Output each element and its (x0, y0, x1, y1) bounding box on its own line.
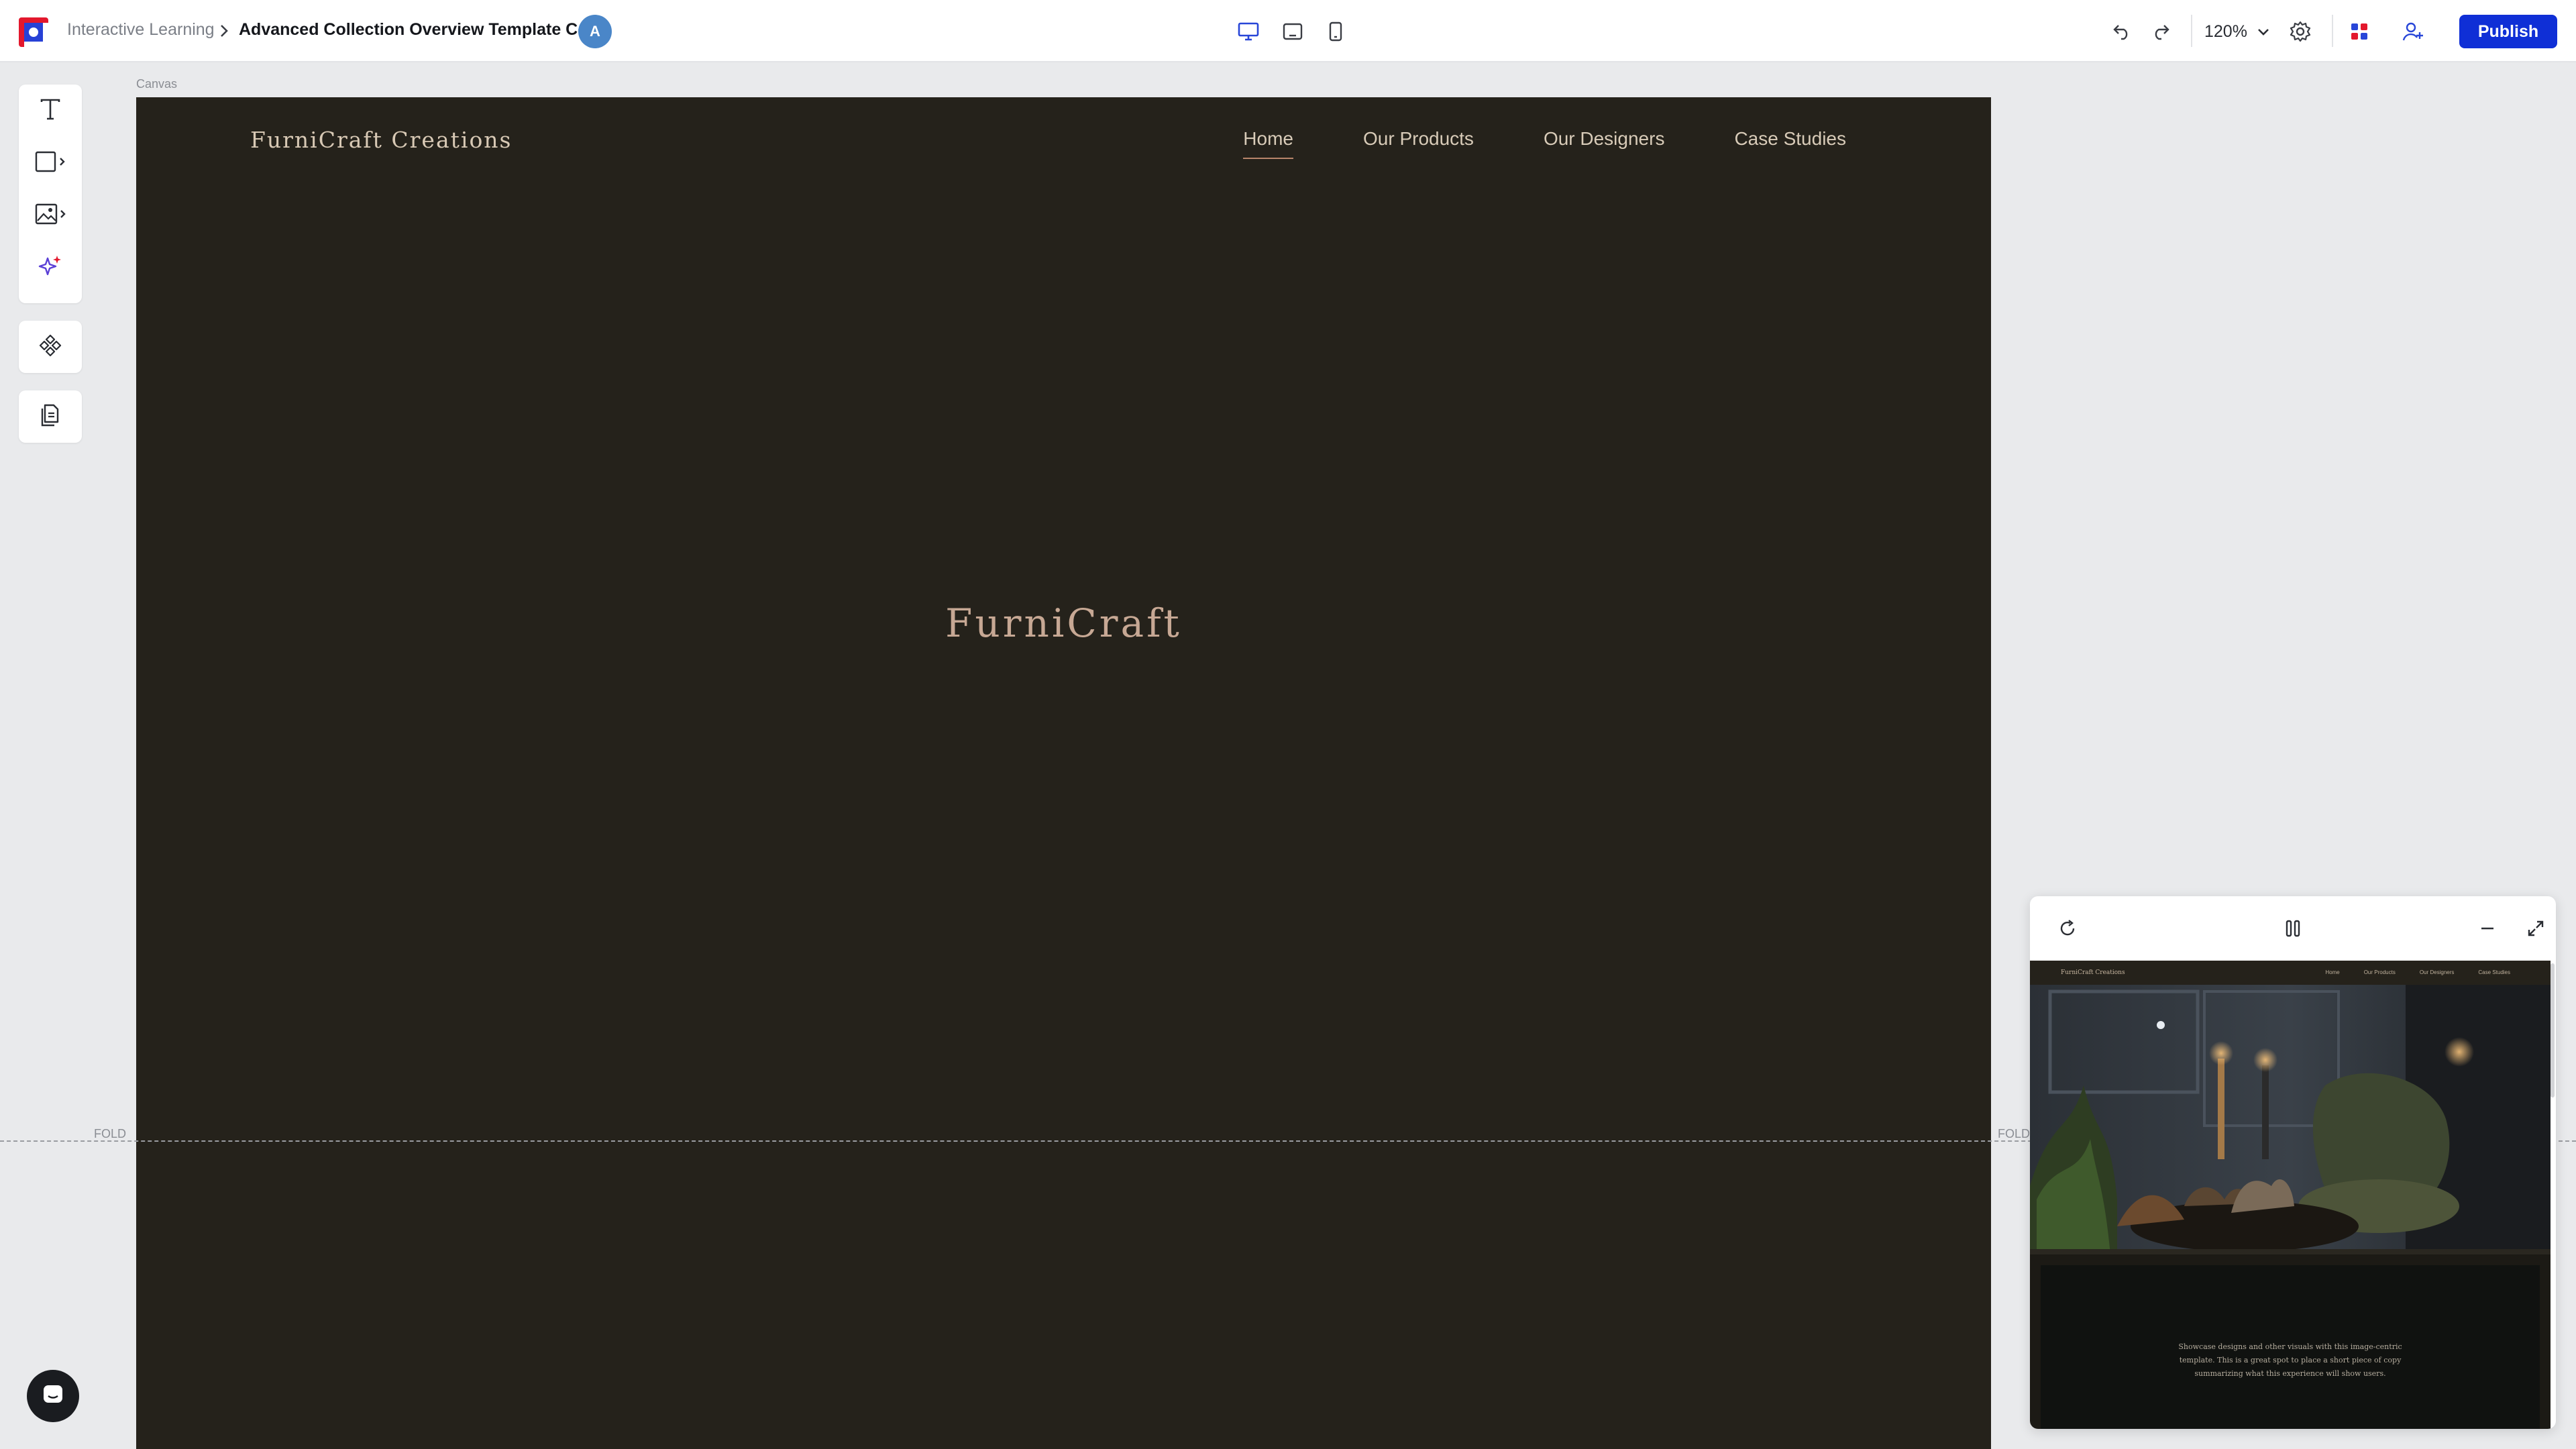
zoom-selector[interactable]: 120% (2204, 16, 2270, 47)
ai-assistant-button[interactable] (19, 241, 82, 294)
chevron-down-icon (2257, 22, 2270, 42)
preview-brand: FurniCraft Creations (2061, 969, 2125, 976)
preview-nav-case-studies: Case Studies (2478, 969, 2510, 975)
preview-nav-designers: Our Designers (2419, 969, 2455, 975)
fold-label-left: FOLD (94, 1127, 127, 1140)
app-logo-icon[interactable] (19, 17, 48, 47)
pages-icon (39, 403, 62, 431)
publish-button[interactable]: Publish (2459, 15, 2557, 48)
mobile-icon[interactable] (1320, 16, 1351, 47)
shape-tool-icon (34, 150, 67, 176)
image-tool-icon (34, 203, 67, 229)
canvas-label: Canvas (136, 77, 178, 91)
nav-link-products[interactable]: Our Products (1363, 128, 1474, 159)
text-tool-icon (39, 98, 62, 124)
refresh-icon[interactable] (2051, 912, 2084, 945)
site-nav: Home Our Products Our Designers Case Stu… (1243, 128, 1846, 159)
shape-tool-button[interactable] (19, 137, 82, 189)
image-tool-button[interactable] (19, 189, 82, 241)
redo-icon[interactable] (2145, 16, 2176, 47)
apps-icon[interactable] (2344, 16, 2375, 47)
insert-tools-panel (19, 85, 82, 303)
pause-icon[interactable] (2277, 912, 2309, 945)
pages-button[interactable] (19, 390, 82, 443)
pages-panel (19, 390, 82, 443)
text-tool-button[interactable] (19, 85, 82, 137)
gear-icon[interactable] (2285, 16, 2316, 47)
preview-window: FurniCraft Creations Home Our Products O… (2030, 896, 2556, 1429)
breadcrumb-current[interactable]: Advanced Collection Overview Template Co… (239, 20, 608, 40)
breadcrumb-parent[interactable]: Interactive Learning (67, 20, 215, 40)
chat-icon (41, 1383, 65, 1410)
preview-toolbar (2030, 896, 2556, 961)
preview-scrollbar[interactable] (2551, 963, 2555, 1097)
ai-sparkle-icon (38, 254, 62, 282)
components-icon (38, 333, 62, 361)
preview-body-text: Showcase designs and other visuals with … (2178, 1342, 2402, 1378)
desktop-icon[interactable] (1233, 16, 1264, 47)
fold-label-right: FOLD (1998, 1127, 2031, 1140)
preview-site-header: FurniCraft Creations Home Our Products O… (2030, 961, 2551, 985)
preview-hero-photo (2030, 985, 2551, 1254)
add-user-icon[interactable] (2398, 16, 2428, 47)
chat-launcher-button[interactable] (27, 1370, 79, 1422)
zoom-level: 120% (2204, 21, 2247, 41)
preview-nav-home: Home (2325, 969, 2340, 975)
top-bar: Interactive Learning Advanced Collection… (0, 0, 2576, 62)
tablet-icon[interactable] (1277, 16, 1308, 47)
preview-site[interactable]: FurniCraft Creations Home Our Products O… (2030, 961, 2551, 1429)
nav-link-case-studies[interactable]: Case Studies (1734, 128, 1846, 159)
nav-link-home[interactable]: Home (1243, 128, 1293, 159)
minimize-icon[interactable] (2471, 912, 2504, 945)
hero-title[interactable]: FurniCraft (136, 600, 1991, 646)
undo-icon[interactable] (2106, 16, 2137, 47)
components-panel (19, 321, 82, 373)
preview-nav: Home Our Products Our Designers Case Stu… (2325, 969, 2510, 975)
canvas[interactable]: FurniCraft Creations Home Our Products O… (136, 97, 1991, 1449)
avatar[interactable]: A (578, 15, 612, 48)
chevron-right-icon (217, 23, 231, 39)
components-button[interactable] (19, 321, 82, 373)
preview-text-section: Showcase designs and other visuals with … (2041, 1265, 2540, 1429)
nav-link-designers[interactable]: Our Designers (1544, 128, 1665, 159)
site-brand[interactable]: FurniCraft Creations (250, 127, 513, 153)
preview-nav-products: Our Products (2363, 969, 2396, 975)
expand-icon[interactable] (2520, 912, 2552, 945)
